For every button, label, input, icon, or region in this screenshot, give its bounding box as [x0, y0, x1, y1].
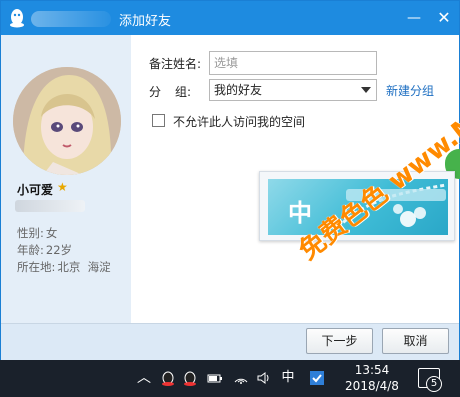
ime-indicator[interactable]: 中	[280, 370, 296, 386]
star-icon: ★	[57, 180, 68, 194]
minimize-button[interactable]: —	[403, 7, 425, 29]
taskbar: ︿ 中 13:54 2018/4/8 5	[0, 360, 460, 397]
ime-mode-char: 中	[288, 199, 312, 227]
new-group-link[interactable]: 新建分组	[386, 82, 434, 99]
location-row: 所在地: 北京 海淀	[17, 259, 113, 275]
remark-label: 备注姓名:	[149, 57, 202, 71]
privacy-checkbox-label: 不允许此人访问我的空间	[173, 115, 306, 129]
remark-input[interactable]: 选填	[209, 51, 377, 75]
window-title: 添加好友	[119, 14, 172, 29]
group-label-first: 分	[149, 85, 162, 99]
qq-penguin-icon	[10, 9, 24, 28]
avatar	[13, 67, 121, 175]
battery-icon[interactable]	[207, 370, 223, 386]
title-bar[interactable]: 添加好友 — ✕	[1, 1, 459, 35]
notification-count-badge: 5	[426, 376, 442, 392]
volume-icon[interactable]	[256, 370, 272, 386]
ime-skin: 中 ，。	[268, 179, 448, 235]
qq-tray-icon-2[interactable]	[182, 370, 198, 386]
privacy-checkbox[interactable]	[152, 114, 165, 127]
ime-punct-mode: ，。	[323, 213, 350, 234]
gender-value: 女	[45, 226, 58, 240]
chevron-down-icon	[361, 87, 371, 93]
profile-name: 小可爱	[17, 183, 54, 197]
taskbar-clock[interactable]: 13:54 2018/4/8	[344, 362, 400, 394]
wifi-icon[interactable]	[233, 370, 249, 386]
age-label: 年龄:	[17, 243, 44, 257]
location-value: 北京 海淀	[57, 260, 111, 274]
group-select[interactable]: 我的好友	[209, 79, 377, 101]
ime-popup[interactable]: 中 ，。	[259, 171, 455, 241]
next-button[interactable]: 下一步	[306, 328, 373, 354]
blurred-title-prefix	[31, 11, 111, 27]
group-select-value: 我的好友	[214, 83, 263, 97]
profile-panel: 小可爱 ★ 性别: 女 年龄: 22岁 所在地: 北京 海淀	[1, 35, 131, 323]
clock-time: 13:54	[354, 363, 390, 377]
shield-tray-icon[interactable]	[309, 370, 325, 386]
location-label: 所在地:	[17, 260, 56, 274]
gender-label: 性别:	[17, 226, 44, 240]
chevron-up-icon[interactable]: ︿	[136, 370, 152, 386]
qq-tray-icon-1[interactable]	[160, 370, 176, 386]
add-friend-window: 添加好友 — ✕ 小可爱 ★ 性别: 女 年龄: 22岁 所在地: 北京 海淀 …	[0, 0, 460, 360]
blurred-account-id	[15, 200, 85, 212]
group-label-second: 组:	[175, 85, 192, 99]
age-row: 年龄: 22岁	[17, 242, 74, 258]
age-value: 22岁	[45, 243, 73, 257]
cancel-button[interactable]: 取消	[382, 328, 449, 354]
gender-row: 性别: 女	[17, 225, 59, 241]
clock-date: 2018/4/8	[345, 379, 399, 393]
close-button[interactable]: ✕	[433, 7, 455, 29]
